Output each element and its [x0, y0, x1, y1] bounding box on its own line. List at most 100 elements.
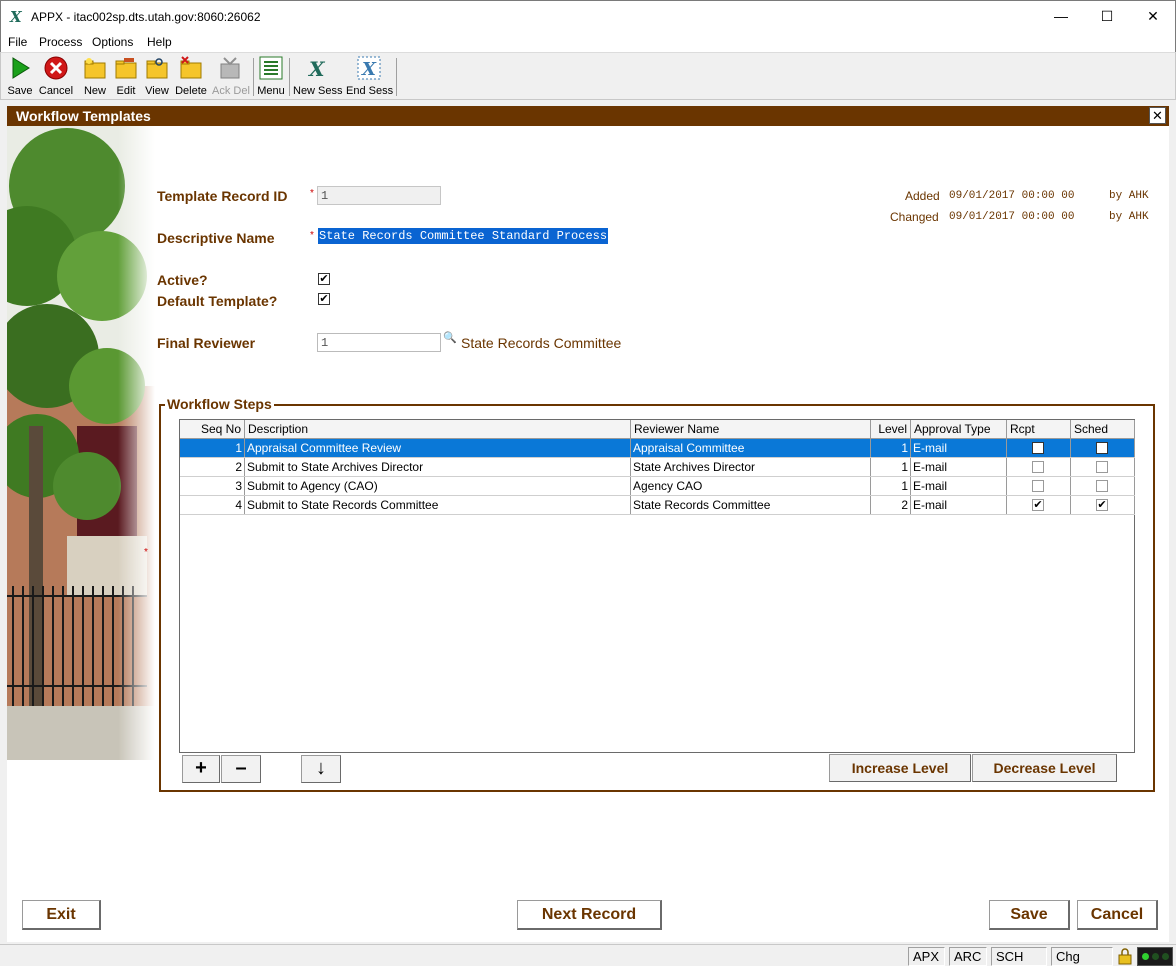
form-titlebar: Workflow Templates ✕	[7, 106, 1169, 126]
next-record-button[interactable]: Next Record	[517, 900, 662, 930]
toolbar-menu-button[interactable]: Menu	[257, 56, 285, 97]
grid-header: Seq No Description Reviewer Name Level A…	[180, 420, 1135, 439]
default-template-checkbox[interactable]: ✔	[318, 293, 330, 305]
final-reviewer-field[interactable]: 1	[317, 333, 441, 352]
cell-reviewer-name[interactable]: Agency CAO	[631, 477, 871, 495]
table-row[interactable]: 1 Appraisal Committee Review Appraisal Com…	[180, 439, 1135, 458]
cell-approval-type[interactable]: E-mail	[911, 458, 1007, 476]
toolbar-new-button[interactable]: New	[82, 56, 108, 97]
rcpt-checkbox[interactable]	[1032, 480, 1044, 492]
cell-description[interactable]: Submit to Agency (CAO)	[245, 477, 631, 495]
active-checkbox[interactable]: ✔	[318, 273, 330, 285]
toolbar-cancel-button[interactable]: Cancel	[38, 56, 74, 97]
form-close-button[interactable]: ✕	[1149, 107, 1166, 124]
appx-logo-icon: X	[10, 8, 22, 26]
edit-folder-icon	[115, 58, 137, 79]
cell-level[interactable]: 1	[871, 477, 911, 495]
table-row[interactable]: 3 Submit to Agency (CAO) Agency CAO 1 E-mail	[180, 477, 1135, 496]
new-session-icon: X	[307, 57, 326, 80]
exit-button[interactable]: Exit	[22, 900, 101, 930]
status-lamp-icon	[1162, 953, 1169, 960]
menu-file[interactable]: File	[8, 35, 27, 49]
rcpt-checkbox[interactable]	[1032, 461, 1044, 473]
cell-approval-type[interactable]: E-mail	[911, 496, 1007, 514]
toolbar-label: Ack Del	[212, 85, 250, 97]
menu-help[interactable]: Help	[147, 35, 172, 49]
save-button[interactable]: Save	[989, 900, 1070, 930]
toolbar-separator	[289, 58, 290, 96]
template-id-label: Template Record ID	[157, 188, 288, 204]
toolbar-delete-button[interactable]: Delete	[175, 56, 207, 97]
view-folder-icon	[146, 58, 168, 79]
sched-checkbox[interactable]	[1096, 442, 1108, 454]
cell-sched	[1071, 439, 1135, 457]
workflow-steps-grid: Seq No Description Reviewer Name Level A…	[179, 419, 1135, 753]
move-down-button[interactable]: ↓	[301, 755, 341, 783]
toolbar-label: New	[83, 85, 106, 97]
sched-checkbox[interactable]	[1096, 461, 1108, 473]
cell-level[interactable]: 1	[871, 458, 911, 476]
cell-seq-no[interactable]: 4	[180, 496, 245, 514]
sched-checkbox[interactable]: ✔	[1096, 499, 1108, 511]
toolbar-label: End Sess	[346, 85, 394, 97]
col-approval-type[interactable]: Approval Type	[911, 420, 1007, 438]
toolbar-save-button[interactable]: Save	[7, 56, 33, 97]
changed-label: Changed	[890, 210, 939, 224]
cell-reviewer-name[interactable]: State Archives Director	[631, 458, 871, 476]
cell-description[interactable]: Submit to State Records Committee	[245, 496, 631, 514]
table-row[interactable]: 2 Submit to State Archives Director State …	[180, 458, 1135, 477]
col-sched[interactable]: Sched	[1071, 420, 1135, 438]
remove-step-button[interactable]: –	[221, 755, 261, 783]
toolbar-edit-button[interactable]: Edit	[113, 56, 139, 97]
toolbar-ack-del-button[interactable]: Ack Del	[212, 56, 250, 97]
cell-level[interactable]: 1	[871, 439, 911, 457]
cell-sched: ✔	[1071, 496, 1135, 514]
descriptive-name-label: Descriptive Name	[157, 230, 275, 246]
search-icon[interactable]: 🔍	[443, 331, 457, 344]
table-row[interactable]: 4 Submit to State Records Committee State …	[180, 496, 1135, 515]
sched-checkbox[interactable]	[1096, 480, 1108, 492]
col-rcpt[interactable]: Rcpt	[1007, 420, 1071, 438]
cell-approval-type[interactable]: E-mail	[911, 439, 1007, 457]
add-step-button[interactable]: +	[182, 755, 220, 783]
decrease-level-button[interactable]: Decrease Level	[972, 754, 1117, 782]
ack-delete-icon	[220, 57, 240, 79]
rcpt-checkbox[interactable]	[1032, 442, 1044, 454]
toolbar-new-sess-button[interactable]: X New Sess	[293, 56, 343, 97]
cell-approval-type[interactable]: E-mail	[911, 477, 1007, 495]
changed-by: by AHK	[1109, 211, 1149, 223]
cell-reviewer-name[interactable]: Appraisal Committee	[631, 439, 871, 457]
increase-level-button[interactable]: Increase Level	[829, 754, 971, 782]
descriptive-name-field[interactable]: State Records Committee Standard Process	[318, 228, 648, 248]
connection-status-lamps	[1137, 947, 1173, 966]
status-chg: Chg	[1051, 947, 1113, 966]
toolbar-view-button[interactable]: View	[144, 56, 170, 97]
cell-reviewer-name[interactable]: State Records Committee	[631, 496, 871, 514]
col-description[interactable]: Description	[245, 420, 631, 438]
cell-seq-no[interactable]: 1	[180, 439, 245, 457]
svg-text:X: X	[361, 59, 377, 80]
required-marker: *	[144, 547, 148, 558]
toolbar-label: Menu	[257, 85, 285, 97]
cell-seq-no[interactable]: 3	[180, 477, 245, 495]
cell-rcpt	[1007, 439, 1071, 457]
col-level[interactable]: Level	[871, 420, 911, 438]
maximize-button[interactable]: ☐	[1084, 1, 1130, 32]
menu-process[interactable]: Process	[39, 35, 82, 49]
form-title: Workflow Templates	[16, 108, 151, 124]
cancel-button[interactable]: Cancel	[1077, 900, 1158, 930]
col-reviewer-name[interactable]: Reviewer Name	[631, 420, 871, 438]
cell-description[interactable]: Submit to State Archives Director	[245, 458, 631, 476]
minimize-button[interactable]: —	[1038, 1, 1084, 32]
menu-options[interactable]: Options	[92, 35, 133, 49]
cell-level[interactable]: 2	[871, 496, 911, 514]
cell-seq-no[interactable]: 2	[180, 458, 245, 476]
close-window-button[interactable]: ✕	[1130, 1, 1176, 32]
toolbar-end-sess-button[interactable]: X End Sess	[346, 56, 394, 97]
active-label: Active?	[157, 272, 208, 288]
template-id-field[interactable]: 1	[317, 186, 441, 205]
rcpt-checkbox[interactable]: ✔	[1032, 499, 1044, 511]
cell-rcpt	[1007, 477, 1071, 495]
cell-description[interactable]: Appraisal Committee Review	[245, 439, 631, 457]
col-seq-no[interactable]: Seq No	[180, 420, 245, 438]
